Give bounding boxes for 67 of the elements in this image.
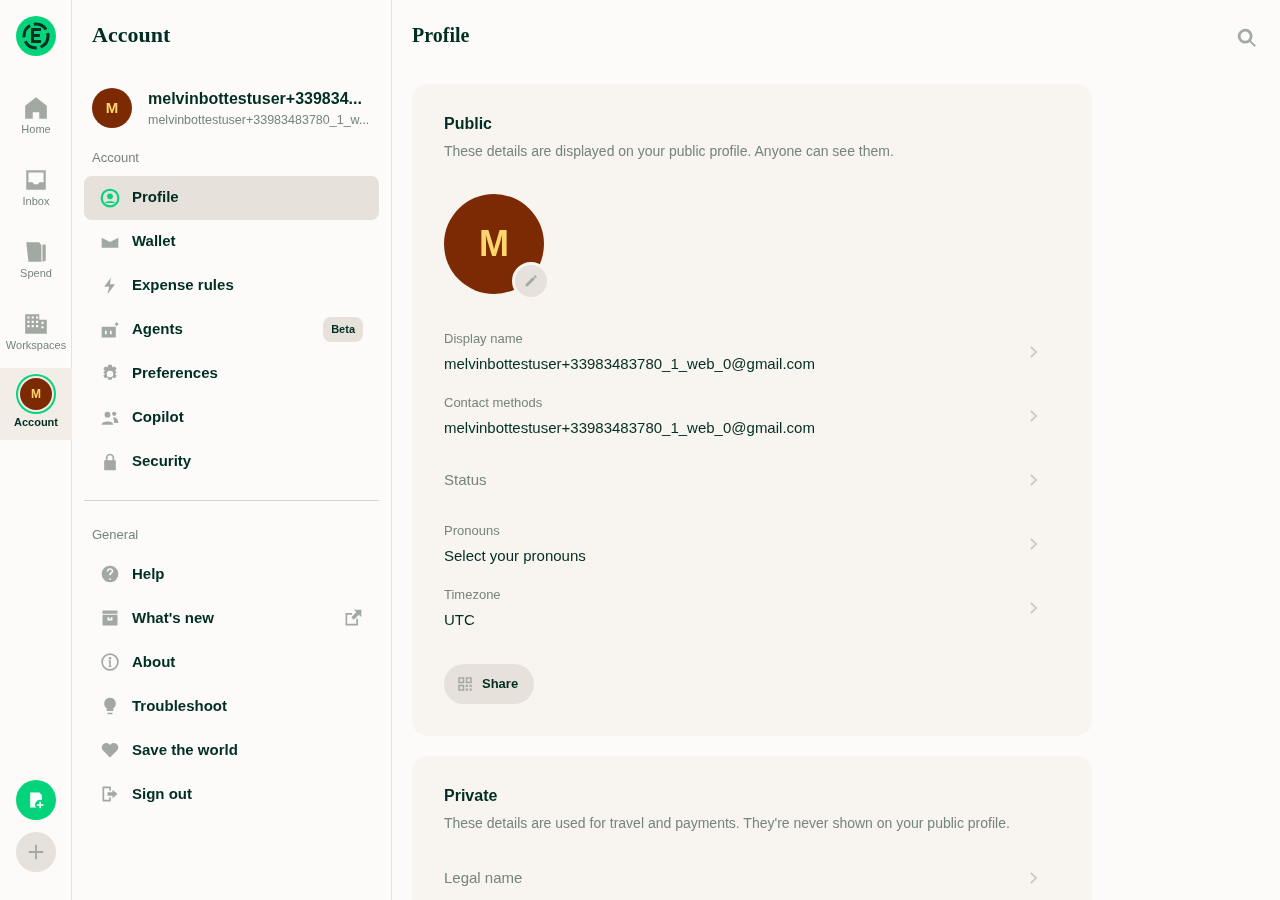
- profile-row[interactable]: Legal name: [444, 846, 1060, 900]
- rail-tab[interactable]: Workspaces: [0, 296, 72, 368]
- menu-item[interactable]: Copilot: [84, 395, 379, 440]
- menu-item[interactable]: Wallet: [84, 219, 379, 264]
- avatar: M: [20, 377, 52, 410]
- profile-icon: [100, 187, 120, 208]
- menu-item[interactable]: Agents Beta: [84, 307, 379, 352]
- field-label: Timezone: [444, 586, 502, 605]
- external-link-icon: [343, 608, 363, 628]
- beta-badge: Beta: [323, 317, 363, 342]
- card-description: These details are used for travel and payments. They're never shown on your public profile.: [444, 814, 1011, 834]
- rail-tab[interactable]: M Account: [0, 368, 72, 440]
- shop-icon: [100, 608, 120, 628]
- user-avatar: M: [92, 88, 132, 128]
- rail-tab[interactable]: Inbox: [0, 152, 72, 224]
- heart-icon: [100, 740, 120, 760]
- menu-item[interactable]: Expense rules: [84, 263, 379, 308]
- section-label: General: [91, 525, 140, 544]
- menu-item[interactable]: Security: [84, 439, 379, 484]
- menu-item[interactable]: Profile: [84, 175, 379, 220]
- field-label: Legal name: [444, 868, 524, 889]
- menu-item[interactable]: Troubleshoot: [84, 684, 379, 728]
- add-button[interactable]: [15, 832, 56, 872]
- profile-row[interactable]: Contact methods melvinbottestuser+33983483780_1_web_0@gmail.com: [444, 384, 1060, 449]
- sign-out-icon: [100, 784, 120, 804]
- profile-row[interactable]: Timezone UTC: [444, 576, 1060, 641]
- help-icon: [100, 564, 120, 584]
- create-expense-button[interactable]: [15, 780, 56, 820]
- profile-row[interactable]: Pronouns Select your pronouns: [444, 512, 1060, 577]
- field-value: melvinbottestuser+33983483780_1_web_0@gmail.com: [444, 353, 816, 374]
- robot-icon: [100, 319, 120, 340]
- profile-row[interactable]: Display name melvinbottestuser+33983483780_1_web_0@gmail.com: [444, 320, 1060, 385]
- rail-label: Account: [14, 414, 58, 430]
- rail-tab[interactable]: Home: [0, 80, 72, 152]
- rail-tab[interactable]: Spend: [0, 224, 72, 296]
- rail-label: Inbox: [22, 193, 50, 209]
- section-label: Account: [91, 149, 140, 167]
- field-label: Status: [444, 469, 488, 490]
- user-name: melvinbottestuser+339834...: [148, 88, 363, 109]
- search-icon: [1236, 26, 1258, 49]
- field-value: UTC: [444, 609, 476, 630]
- profile-row[interactable]: Status: [444, 448, 1060, 513]
- field-label: Contact methods: [444, 394, 544, 413]
- field-label: Display name: [444, 330, 524, 349]
- card-title: Private: [444, 786, 499, 806]
- menu-item[interactable]: About: [84, 640, 379, 684]
- qr-code-icon: [456, 675, 474, 694]
- user-email: melvinbottestuser+33983483780_1_w...: [148, 111, 370, 129]
- profile-avatar: M: [444, 194, 544, 295]
- card-description: These details are displayed on your public profile. Anyone can see them.: [444, 142, 895, 162]
- rail-label: Home: [21, 121, 51, 137]
- logo-icon[interactable]: [15, 16, 56, 56]
- info-icon: [100, 652, 120, 672]
- field-label: Pronouns: [444, 522, 501, 541]
- rail-label: Spend: [20, 265, 52, 281]
- page-title: Profile: [412, 23, 470, 48]
- menu-item[interactable]: Preferences: [84, 351, 379, 396]
- field-value: Select your pronouns: [444, 545, 587, 566]
- share-button[interactable]: Share: [444, 664, 535, 705]
- menu-item[interactable]: Help: [84, 552, 379, 596]
- sidebar-title: Account: [91, 21, 172, 49]
- field-value: melvinbottestuser+33983483780_1_web_0@gmail.com: [444, 417, 816, 438]
- menu-item[interactable]: What's new: [84, 596, 379, 640]
- card-title: Public: [444, 114, 493, 134]
- menu-item[interactable]: Sign out: [84, 772, 379, 816]
- menu-item[interactable]: Save the world: [84, 728, 379, 772]
- rail-label: Workspaces: [5, 337, 67, 353]
